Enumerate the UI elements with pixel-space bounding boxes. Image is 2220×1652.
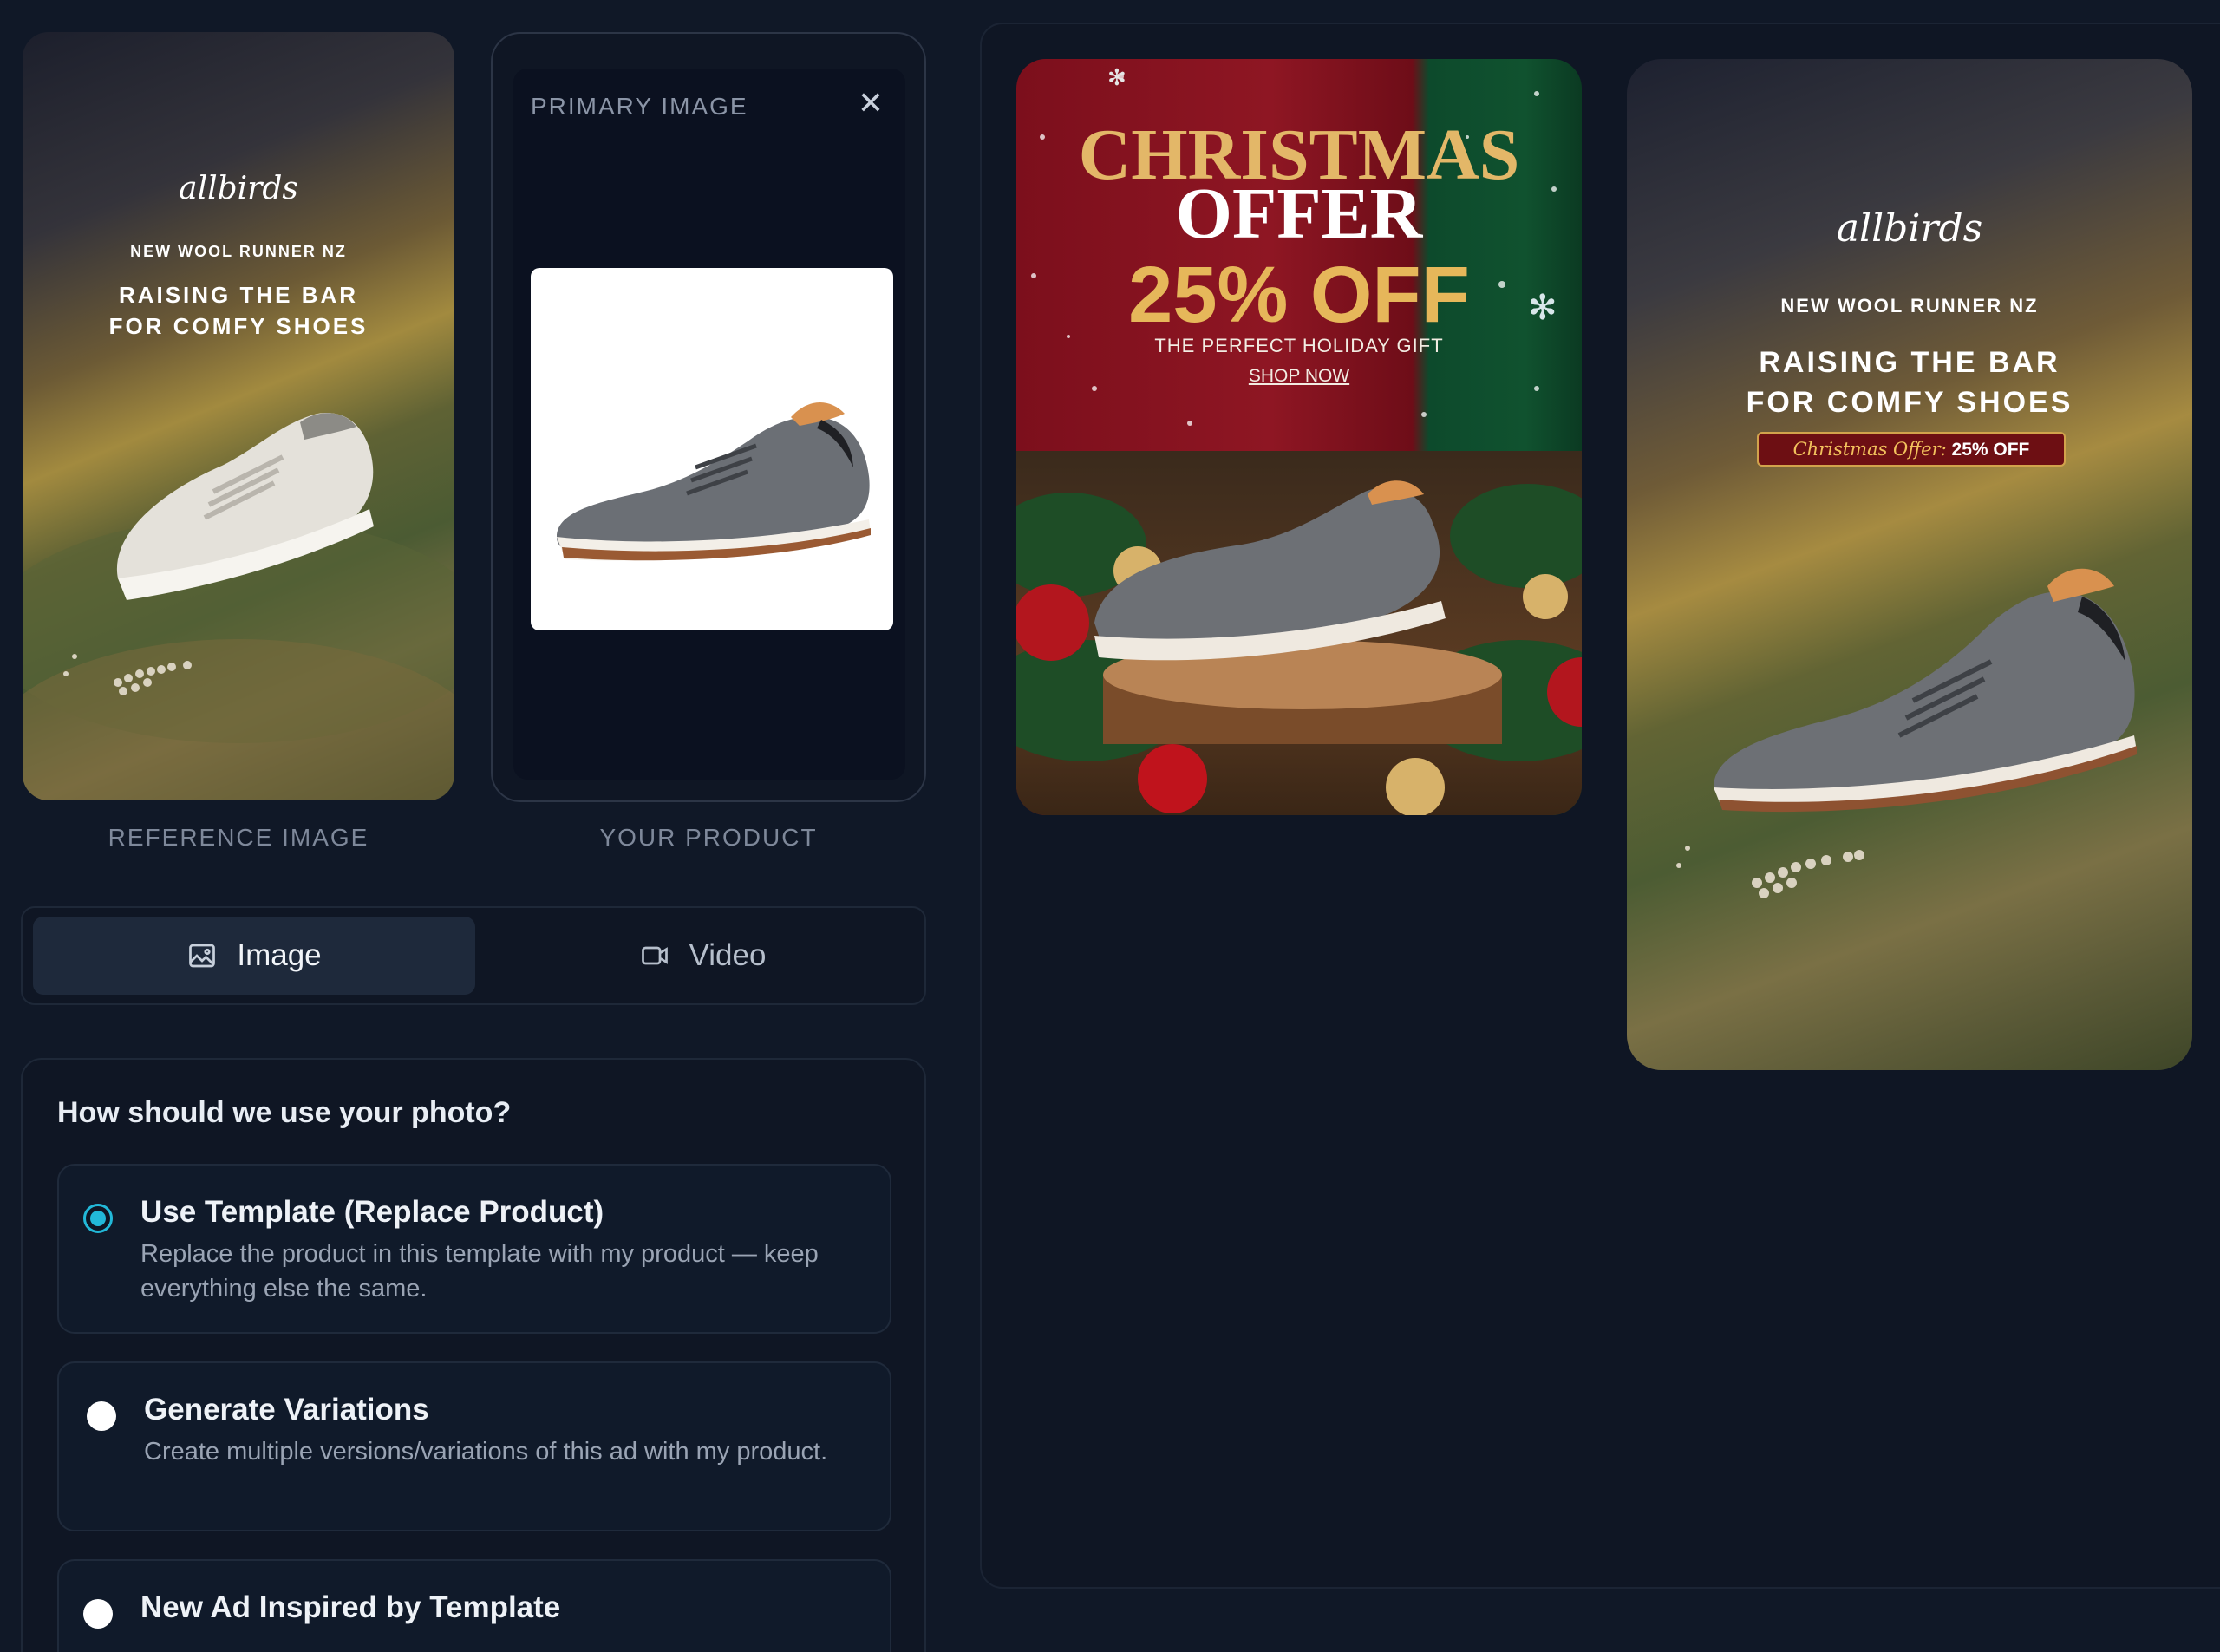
reference-subtitle: NEW WOOL RUNNER NZ <box>130 243 347 260</box>
primary-image-label: PRIMARY IMAGE <box>531 93 748 120</box>
reference-headline-1: RAISING THE BAR <box>118 282 359 308</box>
product-image-card[interactable]: PRIMARY IMAGE ✕ <box>491 32 926 802</box>
close-icon[interactable]: ✕ <box>855 88 886 119</box>
reference-image-card[interactable]: allbirds NEW WOOL RUNNER NZ RAISING THE … <box>23 32 454 800</box>
photo-usage-panel: How should we use your photo? Use Templa… <box>21 1058 926 1652</box>
shoe-image <box>1714 568 2137 813</box>
xmas-decor <box>1016 480 1582 815</box>
xmas-tagline: THE PERFECT HOLIDAY GIFT <box>1154 335 1444 356</box>
video-mode-label: Video <box>689 938 767 972</box>
image-mode-button[interactable]: Image <box>33 917 475 995</box>
option-description: Replace the product in this template wit… <box>140 1240 819 1303</box>
your-product-caption: YOUR PRODUCT <box>599 824 818 851</box>
radio-generate-variations[interactable] <box>87 1401 116 1431</box>
option-use-template[interactable]: Use Template (Replace Product) Replace t… <box>57 1164 891 1334</box>
sheep-flock <box>1676 846 1864 898</box>
option-description: Create multiple versions/variations of t… <box>144 1438 828 1466</box>
option-title: New Ad Inspired by Template <box>140 1590 561 1624</box>
image-icon <box>189 944 216 968</box>
christmas-offer-badge: Christmas Offer: 25% OFF <box>1757 432 2066 467</box>
brand-logo: allbirds <box>1836 206 1983 251</box>
result-allbirds-ad[interactable]: allbirds NEW WOOL RUNNER NZ RAISING THE … <box>1627 59 2192 1070</box>
radio-new-ad-inspired[interactable] <box>83 1599 113 1629</box>
option-title: Generate Variations <box>144 1393 429 1427</box>
usage-question: How should we use your photo? <box>57 1096 512 1129</box>
reference-headline-2: FOR COMFY SHOES <box>108 313 369 339</box>
badge-script: Christmas Offer: <box>1792 439 1947 460</box>
result-headline-2: FOR COMFY SHOES <box>1746 386 2073 419</box>
primary-image-panel: PRIMARY IMAGE ✕ <box>513 69 905 780</box>
shoe-image <box>557 402 871 561</box>
badge-text: 25% OFF <box>1951 440 2030 460</box>
option-generate-variations[interactable]: Generate Variations Create multiple vers… <box>57 1361 891 1531</box>
sheep-flock <box>63 654 192 695</box>
reference-image-caption: REFERENCE IMAGE <box>108 824 369 851</box>
product-photo <box>531 268 893 630</box>
image-mode-label: Image <box>237 938 322 972</box>
radio-dot <box>90 1211 106 1226</box>
result-subtitle: NEW WOOL RUNNER NZ <box>1780 295 2039 317</box>
radio-use-template[interactable] <box>83 1204 113 1233</box>
brand-logo: allbirds <box>179 171 298 206</box>
video-icon <box>641 946 668 965</box>
svg-text:✻: ✻ <box>1107 65 1126 91</box>
result-headline-1: RAISING THE BAR <box>1759 346 2060 379</box>
result-christmas-ad[interactable]: ✻ ✻ CHRISTMAS OFFER 25% OFF THE PERFECT … <box>1016 59 1582 815</box>
video-mode-button[interactable]: Video <box>486 917 919 995</box>
sneaker-image <box>116 413 374 600</box>
media-type-toggle: Image Video <box>21 906 926 1005</box>
option-new-ad-inspired[interactable]: New Ad Inspired by Template <box>57 1559 891 1652</box>
option-title: Use Template (Replace Product) <box>140 1195 604 1229</box>
xmas-line-2: OFFER <box>1175 173 1423 254</box>
xmas-discount: 25% OFF <box>1128 251 1470 339</box>
xmas-cta[interactable]: SHOP NOW <box>1016 366 1582 387</box>
